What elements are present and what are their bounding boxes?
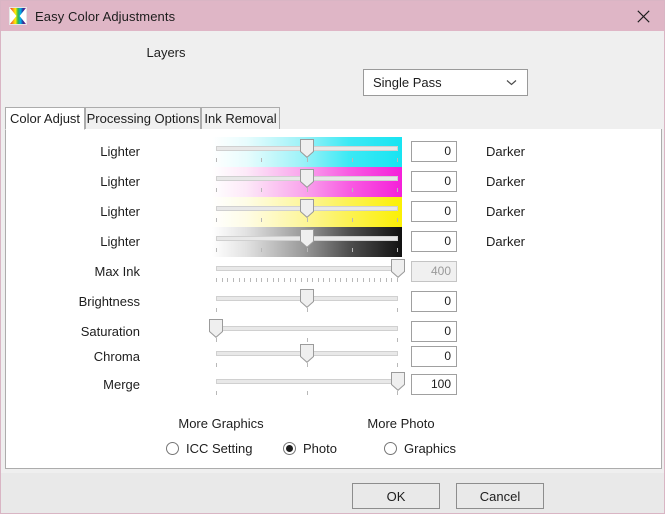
merge-slider-ticks xyxy=(216,391,398,396)
layers-label: Layers xyxy=(146,45,186,60)
dialog-footer: OK Cancel xyxy=(1,473,664,513)
brightness-slider-ticks xyxy=(216,308,398,313)
tab-ink-removal[interactable]: Ink Removal xyxy=(201,107,280,130)
row-merge: Merge 100 xyxy=(6,370,661,400)
radio-dot-icon xyxy=(384,441,397,455)
black-right-label: Darker xyxy=(486,234,526,249)
radio-label: ICC Setting xyxy=(186,440,253,456)
row-brightness: Brightness 0 xyxy=(6,287,661,317)
title-bar: Easy Color Adjustments xyxy=(1,1,664,31)
cyan-slider[interactable] xyxy=(212,137,402,167)
close-icon[interactable] xyxy=(620,1,664,31)
color-adjust-tab-panel: Lighter 0 Darker Lighter 0 Darker Lighter 0 Dark… xyxy=(5,129,662,469)
saturation-slider-track[interactable] xyxy=(216,326,398,331)
chroma-slider-track[interactable] xyxy=(216,351,398,356)
yellow-slider[interactable] xyxy=(212,197,402,227)
tab-color-adjust[interactable]: Color Adjust xyxy=(5,107,85,130)
black-slider[interactable] xyxy=(212,227,402,257)
magenta-slider-track[interactable] xyxy=(216,176,398,181)
row-cyan: Lighter 0 Darker xyxy=(6,137,661,167)
cyan-label: Lighter xyxy=(100,144,140,159)
max-ink-slider-track[interactable] xyxy=(216,266,398,271)
black-value-field[interactable]: 0 xyxy=(411,231,457,252)
easy-color-adjustments-window: Easy Color Adjustments Layers Single Pas… xyxy=(0,0,665,514)
yellow-slider-ticks xyxy=(216,218,398,223)
more-photo-label: More Photo xyxy=(367,416,435,431)
tab-strip: Color Adjust Processing Options Ink Remova… xyxy=(5,107,662,130)
tab-processing-options[interactable]: Processing Options xyxy=(85,107,201,130)
layers-dropdown[interactable]: Single Pass xyxy=(363,69,528,96)
layers-row: Layers xyxy=(1,31,664,74)
black-label: Lighter xyxy=(100,234,140,249)
chevron-down-icon xyxy=(506,79,517,86)
brightness-slider[interactable] xyxy=(212,287,402,317)
cancel-button[interactable]: Cancel xyxy=(456,483,544,509)
row-chroma: Chroma 0 xyxy=(6,342,661,372)
radio-dot-icon xyxy=(283,441,296,455)
saturation-label: Saturation xyxy=(80,324,140,339)
black-slider-track[interactable] xyxy=(216,236,398,241)
brightness-value-field[interactable]: 0 xyxy=(411,291,457,312)
cyan-slider-track[interactable] xyxy=(216,146,398,151)
merge-value-field[interactable]: 100 xyxy=(411,374,457,395)
radio-dot-icon xyxy=(166,441,179,455)
chroma-slider[interactable] xyxy=(212,342,402,372)
magenta-slider[interactable] xyxy=(212,167,402,197)
radio-icc-setting[interactable]: ICC Setting xyxy=(166,439,252,457)
yellow-label: Lighter xyxy=(100,204,140,219)
max-ink-slider[interactable] xyxy=(212,257,405,287)
saturation-value-field[interactable]: 0 xyxy=(411,321,457,342)
window-title: Easy Color Adjustments xyxy=(35,8,176,24)
magenta-label: Lighter xyxy=(100,174,140,189)
merge-slider[interactable] xyxy=(212,370,405,400)
more-graphics-label: More Graphics xyxy=(178,416,264,431)
radio-graphics[interactable]: Graphics xyxy=(384,439,456,457)
yellow-value-field[interactable]: 0 xyxy=(411,201,457,222)
chroma-label: Chroma xyxy=(93,349,140,364)
cyan-right-label: Darker xyxy=(486,144,526,159)
row-black: Lighter 0 Darker xyxy=(6,227,661,257)
magenta-slider-ticks xyxy=(216,188,398,193)
max-ink-label: Max Ink xyxy=(94,264,140,279)
max-ink-value-field: 400 xyxy=(411,261,457,282)
cyan-slider-ticks xyxy=(216,158,398,163)
row-magenta: Lighter 0 Darker xyxy=(6,167,661,197)
merge-label: Merge xyxy=(103,377,140,392)
radio-label: Graphics xyxy=(404,440,457,456)
row-yellow: Lighter 0 Darker xyxy=(6,197,661,227)
color-gradient-app-icon xyxy=(9,7,27,25)
layers-dropdown-value: Single Pass xyxy=(373,75,442,90)
yellow-slider-track[interactable] xyxy=(216,206,398,211)
brightness-slider-track[interactable] xyxy=(216,296,398,301)
radio-photo[interactable]: Photo xyxy=(283,439,337,457)
chroma-slider-ticks xyxy=(216,363,398,368)
magenta-right-label: Darker xyxy=(486,174,526,189)
black-slider-ticks xyxy=(216,248,398,253)
magenta-value-field[interactable]: 0 xyxy=(411,171,457,192)
cyan-value-field[interactable]: 0 xyxy=(411,141,457,162)
max-ink-slider-ticks xyxy=(216,278,398,283)
radio-label: Photo xyxy=(303,440,337,456)
yellow-right-label: Darker xyxy=(486,204,526,219)
row-max-ink: Max Ink 400 xyxy=(6,257,661,287)
merge-slider-track[interactable] xyxy=(216,379,398,384)
dialog-client-area: Layers Single Pass Color Adjust Processin… xyxy=(1,31,664,513)
chroma-value-field[interactable]: 0 xyxy=(411,346,457,367)
ok-button[interactable]: OK xyxy=(352,483,440,509)
brightness-label: Brightness xyxy=(78,294,140,309)
